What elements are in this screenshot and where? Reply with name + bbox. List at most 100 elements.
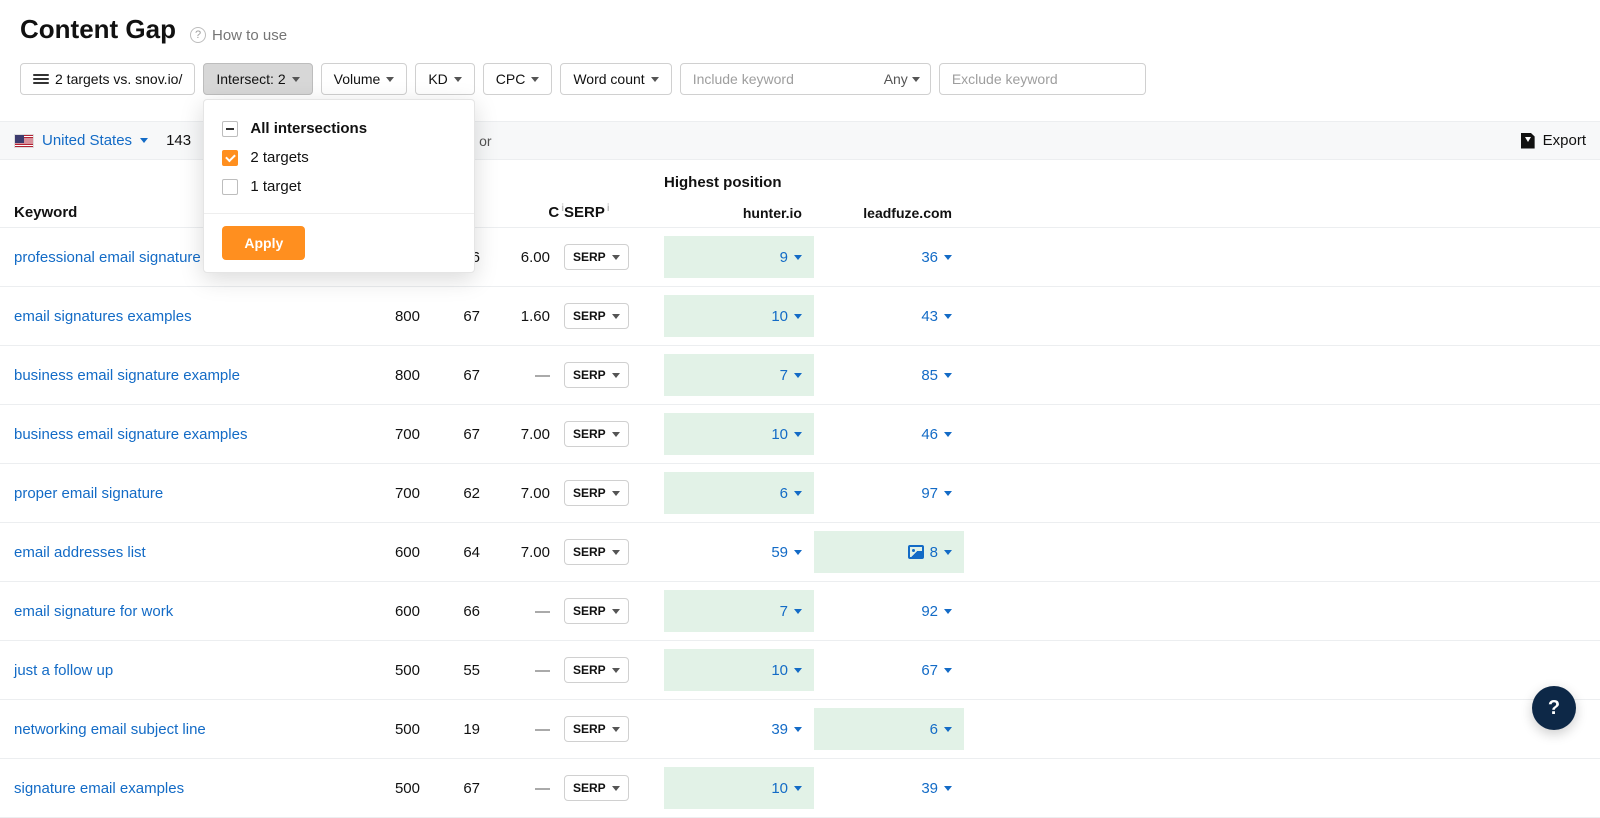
- position-cell-competitor-2[interactable]: 6: [814, 708, 964, 750]
- position-cell-competitor-2[interactable]: 8: [814, 531, 964, 573]
- position-cell-competitor-1[interactable]: 9: [664, 236, 814, 278]
- serp-button[interactable]: SERP: [564, 657, 629, 683]
- serp-button[interactable]: SERP: [564, 303, 629, 329]
- position-value: 9: [780, 249, 788, 266]
- position-cell-competitor-2[interactable]: 39: [814, 767, 964, 809]
- keyword-link[interactable]: email signature for work: [14, 603, 354, 620]
- export-button[interactable]: Export: [1521, 132, 1586, 149]
- position-cell-competitor-1[interactable]: 6: [664, 472, 814, 514]
- position-cell-competitor-1[interactable]: 10: [664, 767, 814, 809]
- serp-button[interactable]: SERP: [564, 362, 629, 388]
- serp-button[interactable]: SERP: [564, 244, 629, 270]
- keyword-link[interactable]: email signatures examples: [14, 308, 354, 325]
- volume-cell: 500: [354, 721, 434, 738]
- kd-cell: 66: [434, 603, 494, 620]
- cpc-cell: 1.60: [494, 308, 564, 325]
- chevron-down-icon: [794, 727, 802, 732]
- col-highest-position: Highest position: [664, 174, 964, 191]
- country-selector[interactable]: United States: [14, 132, 148, 149]
- position-value: 6: [930, 721, 938, 738]
- volume-filter[interactable]: Volume: [321, 63, 408, 95]
- serp-button[interactable]: SERP: [564, 480, 629, 506]
- word-count-filter[interactable]: Word count: [560, 63, 671, 95]
- apply-button[interactable]: Apply: [222, 226, 305, 260]
- position-cell-competitor-2[interactable]: 36: [814, 236, 964, 278]
- include-keyword-input[interactable]: [691, 70, 876, 88]
- chevron-down-icon: [651, 77, 659, 82]
- position-cell-competitor-1[interactable]: 7: [664, 354, 814, 396]
- keyword-link[interactable]: proper email signature: [14, 485, 354, 502]
- chevron-down-icon: [612, 786, 620, 791]
- intersect-filter[interactable]: Intersect: 2: [203, 63, 312, 95]
- intersect-filter-label: Intersect: 2: [216, 71, 285, 87]
- chevron-down-icon: [944, 373, 952, 378]
- include-keyword-filter: Any: [680, 63, 931, 95]
- chevron-down-icon: [794, 550, 802, 555]
- table-row: just a follow up50055—SERP1067: [0, 641, 1600, 700]
- cpc-filter[interactable]: CPC: [483, 63, 553, 95]
- position-cell-competitor-2[interactable]: 46: [814, 413, 964, 455]
- checkbox-partial-icon: [222, 121, 238, 137]
- export-label: Export: [1543, 132, 1586, 149]
- keyword-link[interactable]: networking email subject line: [14, 721, 354, 738]
- position-cell-competitor-1[interactable]: 59: [664, 531, 814, 573]
- chevron-down-icon: [944, 550, 952, 555]
- col-cpc[interactable]: Ci: [494, 203, 564, 221]
- position-cell-competitor-1[interactable]: 10: [664, 413, 814, 455]
- kd-cell: 67: [434, 426, 494, 443]
- serp-button-label: SERP: [573, 427, 606, 441]
- position-cell-competitor-2[interactable]: 85: [814, 354, 964, 396]
- keyword-link[interactable]: business email signature examples: [14, 426, 354, 443]
- serp-button[interactable]: SERP: [564, 421, 629, 447]
- keyword-link[interactable]: business email signature example: [14, 367, 354, 384]
- position-value: 59: [771, 544, 788, 561]
- position-cell-competitor-1[interactable]: 7: [664, 590, 814, 632]
- keyword-link[interactable]: email addresses list: [14, 544, 354, 561]
- serp-button[interactable]: SERP: [564, 716, 629, 742]
- intersect-option-1[interactable]: 1 target: [222, 172, 456, 201]
- include-match-mode-label: Any: [884, 71, 908, 87]
- serp-button[interactable]: SERP: [564, 539, 629, 565]
- position-cell-competitor-2[interactable]: 43: [814, 295, 964, 337]
- chevron-down-icon: [794, 255, 802, 260]
- position-cell-competitor-2[interactable]: 67: [814, 649, 964, 691]
- include-match-mode[interactable]: Any: [884, 71, 920, 87]
- exclude-keyword-input[interactable]: [950, 70, 1135, 88]
- country-label: United States: [42, 132, 132, 149]
- col-serp[interactable]: SERPi: [564, 203, 664, 221]
- intersect-option-all[interactable]: All intersections: [222, 114, 456, 143]
- position-cell-competitor-2[interactable]: 97: [814, 472, 964, 514]
- intersect-option-2-label: 2 targets: [250, 149, 308, 166]
- serp-button[interactable]: SERP: [564, 775, 629, 801]
- col-competitor-1: hunter.io: [664, 205, 814, 221]
- how-to-use-label: How to use: [212, 27, 287, 44]
- targets-filter[interactable]: 2 targets vs. snov.io/: [20, 63, 195, 95]
- intersect-option-2[interactable]: 2 targets: [222, 143, 456, 172]
- volume-cell: 600: [354, 603, 434, 620]
- serp-button[interactable]: SERP: [564, 598, 629, 624]
- chevron-down-icon: [612, 550, 620, 555]
- col-competitor-2: leadfuze.com: [814, 205, 964, 221]
- position-cell-competitor-1[interactable]: 10: [664, 649, 814, 691]
- help-fab[interactable]: ?: [1532, 686, 1576, 730]
- position-value: 10: [771, 662, 788, 679]
- how-to-use-link[interactable]: ? How to use: [190, 27, 287, 44]
- kd-filter[interactable]: KD: [415, 63, 474, 95]
- position-cell-competitor-1[interactable]: 39: [664, 708, 814, 750]
- chevron-down-icon: [944, 314, 952, 319]
- serp-button-label: SERP: [573, 250, 606, 264]
- position-cell-competitor-1[interactable]: 10: [664, 295, 814, 337]
- kd-cell: 55: [434, 662, 494, 679]
- exclude-keyword-filter: [939, 63, 1146, 95]
- table-row: business email signature example80067—SE…: [0, 346, 1600, 405]
- cpc-cell: 7.00: [494, 544, 564, 561]
- intersect-option-1-label: 1 target: [250, 178, 301, 195]
- chevron-down-icon: [944, 668, 952, 673]
- keyword-link[interactable]: signature email examples: [14, 780, 354, 797]
- keyword-link[interactable]: just a follow up: [14, 662, 354, 679]
- volume-cell: 500: [354, 662, 434, 679]
- position-value: 97: [921, 485, 938, 502]
- kd-cell: 19: [434, 721, 494, 738]
- chevron-down-icon: [794, 786, 802, 791]
- position-cell-competitor-2[interactable]: 92: [814, 590, 964, 632]
